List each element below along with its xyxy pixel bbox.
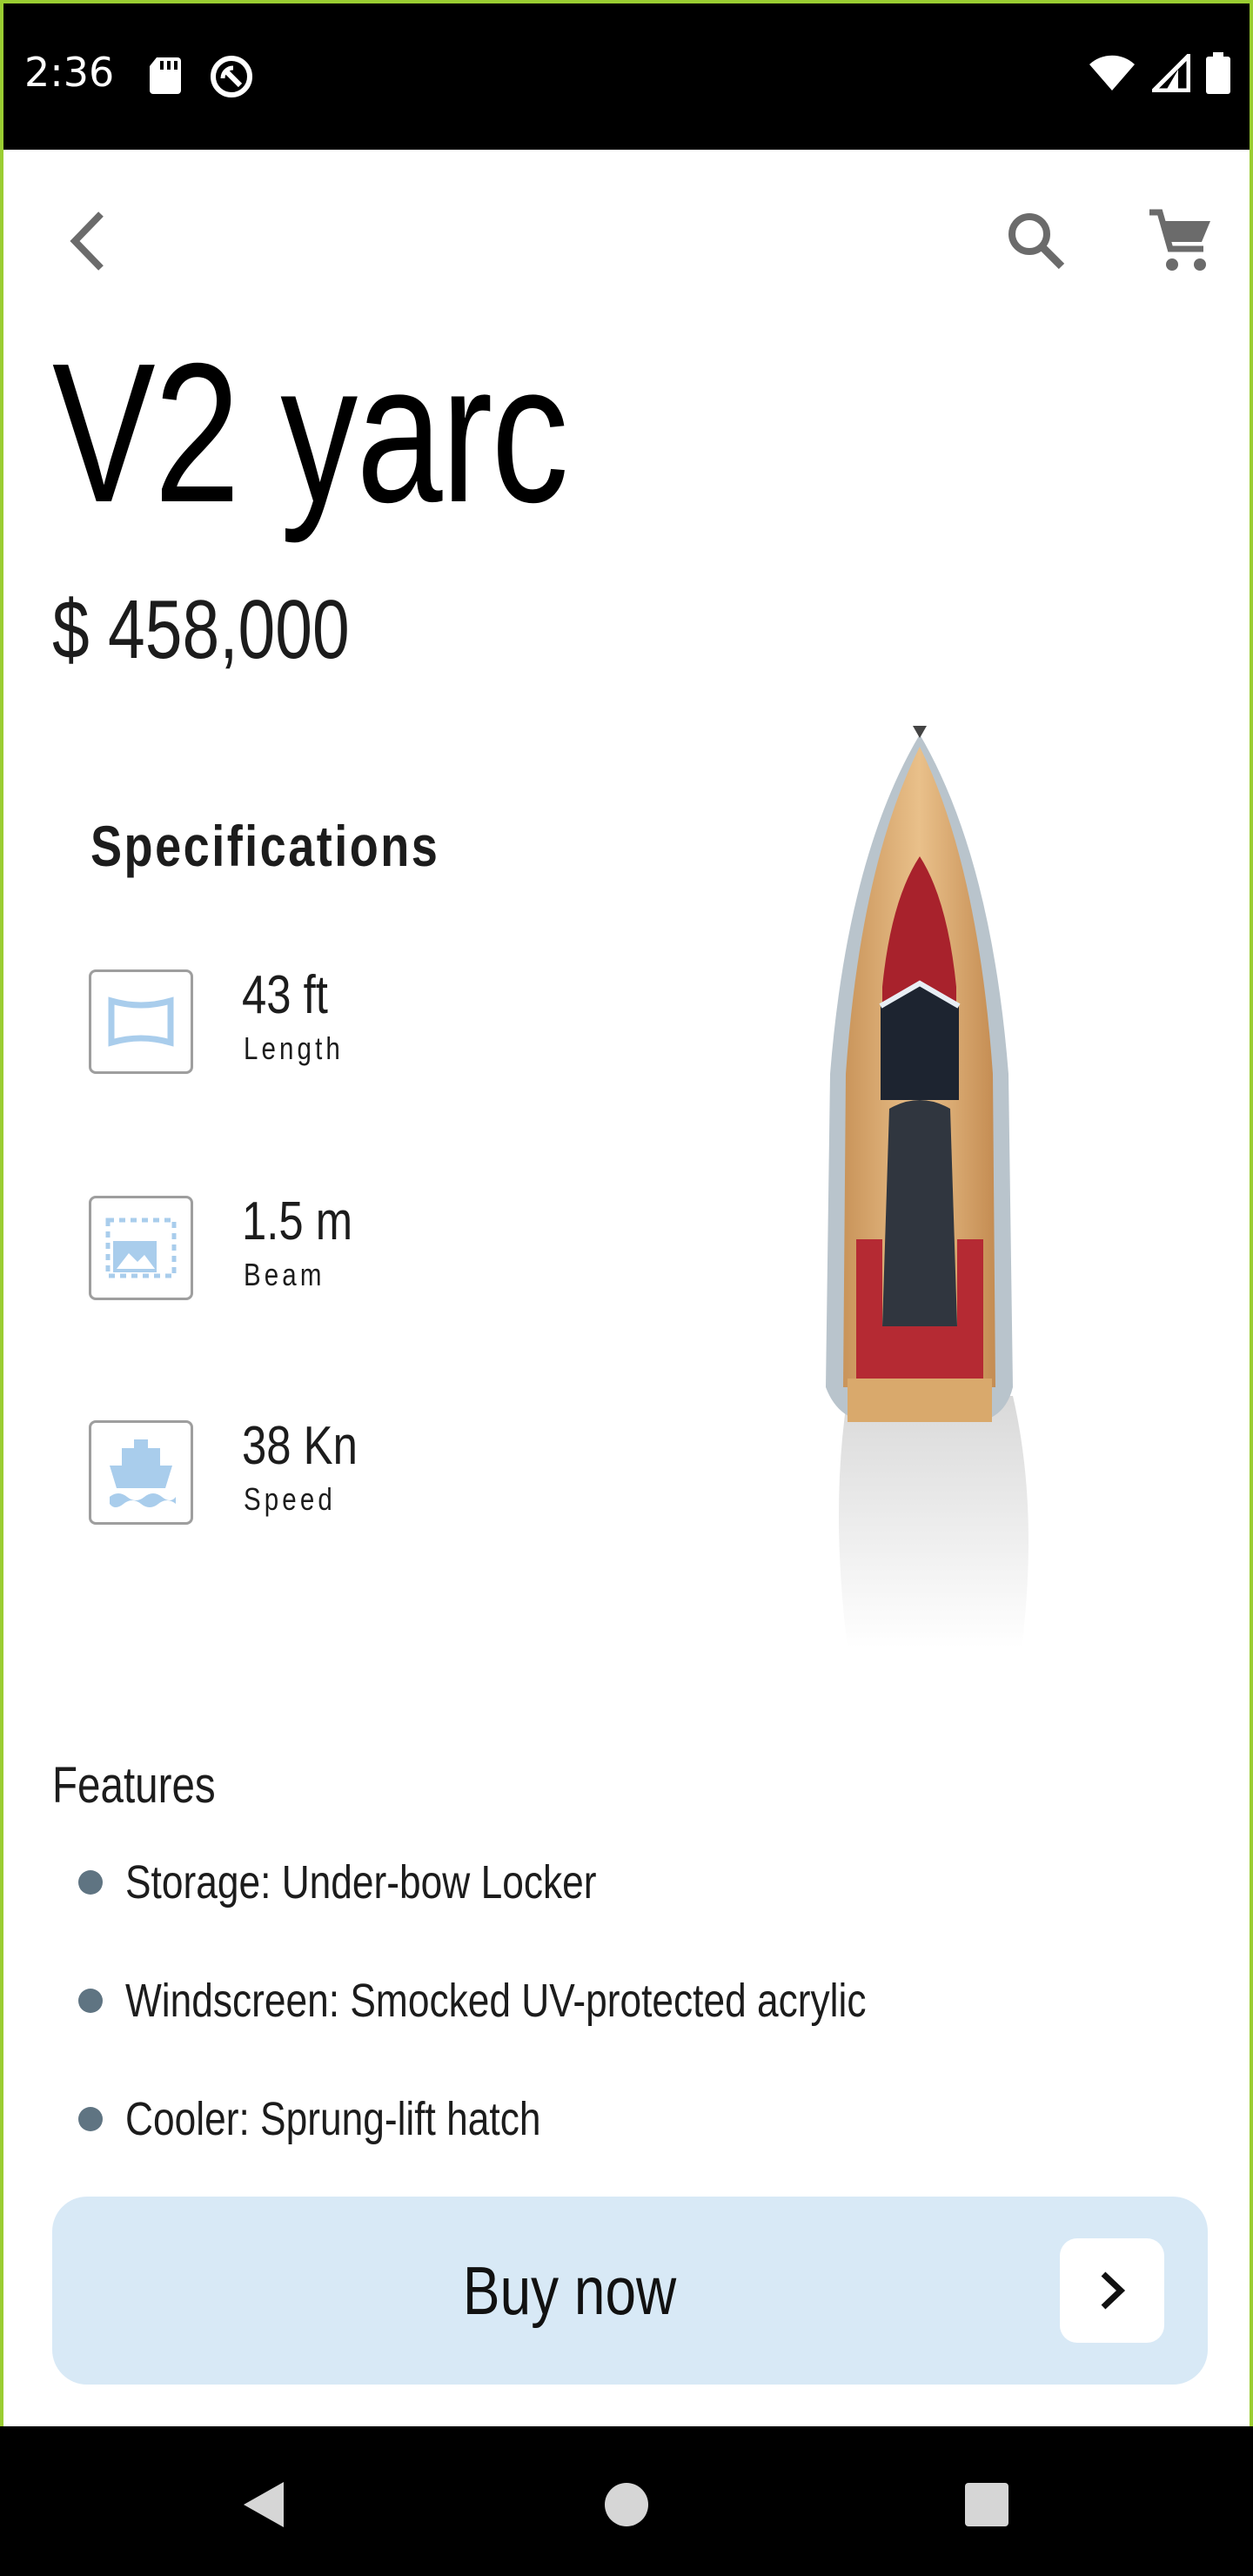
triangle-back-icon bbox=[244, 2482, 284, 2527]
search-button[interactable] bbox=[997, 202, 1075, 280]
square-recents-icon bbox=[965, 2483, 1008, 2526]
boat-top-view-image bbox=[826, 726, 1029, 1648]
back-button[interactable] bbox=[49, 202, 127, 280]
feature-text: Windscreen: Smocked UV-protected acrylic bbox=[125, 1975, 867, 2027]
nav-recents-button[interactable] bbox=[952, 2470, 1022, 2539]
battery-icon bbox=[1206, 52, 1230, 94]
feature-text: Storage: Under-bow Locker bbox=[125, 1856, 597, 1909]
spec-beam-icon-box bbox=[89, 1196, 193, 1300]
bullet-icon bbox=[78, 2107, 103, 2131]
no-disturb-icon bbox=[211, 56, 252, 97]
buy-now-text: Buy now bbox=[463, 2251, 677, 2329]
bullet-icon bbox=[78, 1989, 103, 2013]
status-right-icons bbox=[1088, 52, 1230, 94]
sd-card-icon bbox=[150, 57, 181, 94]
cart-icon bbox=[1149, 209, 1210, 271]
signal-icon bbox=[1152, 54, 1190, 92]
boat-icon bbox=[110, 1439, 176, 1507]
spec-length-value: 43 ft bbox=[242, 965, 328, 1025]
feature-item: Storage: Under-bow Locker bbox=[78, 1852, 700, 1913]
spec-beam-label: Beam bbox=[244, 1257, 325, 1292]
chevron-right-icon bbox=[1101, 2271, 1126, 2310]
spec-speed: 38 Kn Speed bbox=[89, 1416, 576, 1542]
search-icon bbox=[1008, 213, 1065, 270]
nav-back-button[interactable] bbox=[228, 2470, 298, 2539]
beam-icon bbox=[105, 1218, 177, 1278]
cart-button[interactable] bbox=[1142, 202, 1220, 280]
spec-length: 43 ft Length bbox=[89, 965, 576, 1091]
buy-now-arrow-button[interactable] bbox=[1060, 2238, 1164, 2343]
spec-beam: 1.5 m Beam bbox=[89, 1191, 576, 1318]
back-arrow-icon bbox=[70, 211, 104, 271]
spec-length-label: Length bbox=[244, 1030, 344, 1066]
bullet-icon bbox=[78, 1870, 103, 1895]
features-heading: Features bbox=[52, 1757, 216, 1814]
wifi-icon bbox=[1089, 55, 1135, 91]
top-nav-bar bbox=[3, 150, 1250, 324]
spec-speed-icon-box bbox=[89, 1420, 193, 1525]
system-nav-bar bbox=[0, 2426, 1253, 2576]
feature-text: Cooler: Sprung-lift hatch bbox=[125, 2093, 541, 2145]
nav-home-button[interactable] bbox=[592, 2470, 661, 2539]
spec-beam-value: 1.5 m bbox=[242, 1191, 353, 1251]
buy-now-label: Buy now bbox=[52, 2197, 1088, 2385]
product-price: $ 458,000 bbox=[52, 583, 350, 676]
circle-home-icon bbox=[605, 2483, 648, 2526]
status-bar: 2:36 bbox=[3, 3, 1250, 150]
length-icon bbox=[108, 996, 174, 1047]
product-title: V2 yarc bbox=[52, 323, 569, 544]
app-frame: 2:36 V2 yarc $ 458,000 Specifications 43… bbox=[0, 0, 1253, 2576]
spec-speed-label: Speed bbox=[244, 1481, 336, 1517]
specifications-heading: Specifications bbox=[90, 814, 440, 878]
status-time: 2:36 bbox=[24, 49, 115, 96]
feature-item: Cooler: Sprung-lift hatch bbox=[78, 2089, 632, 2150]
feature-item: Windscreen: Smocked UV-protected acrylic bbox=[78, 1970, 1029, 2031]
spec-length-icon-box bbox=[89, 969, 193, 1074]
spec-speed-value: 38 Kn bbox=[242, 1416, 358, 1476]
buy-now-button[interactable]: Buy now bbox=[52, 2197, 1208, 2385]
